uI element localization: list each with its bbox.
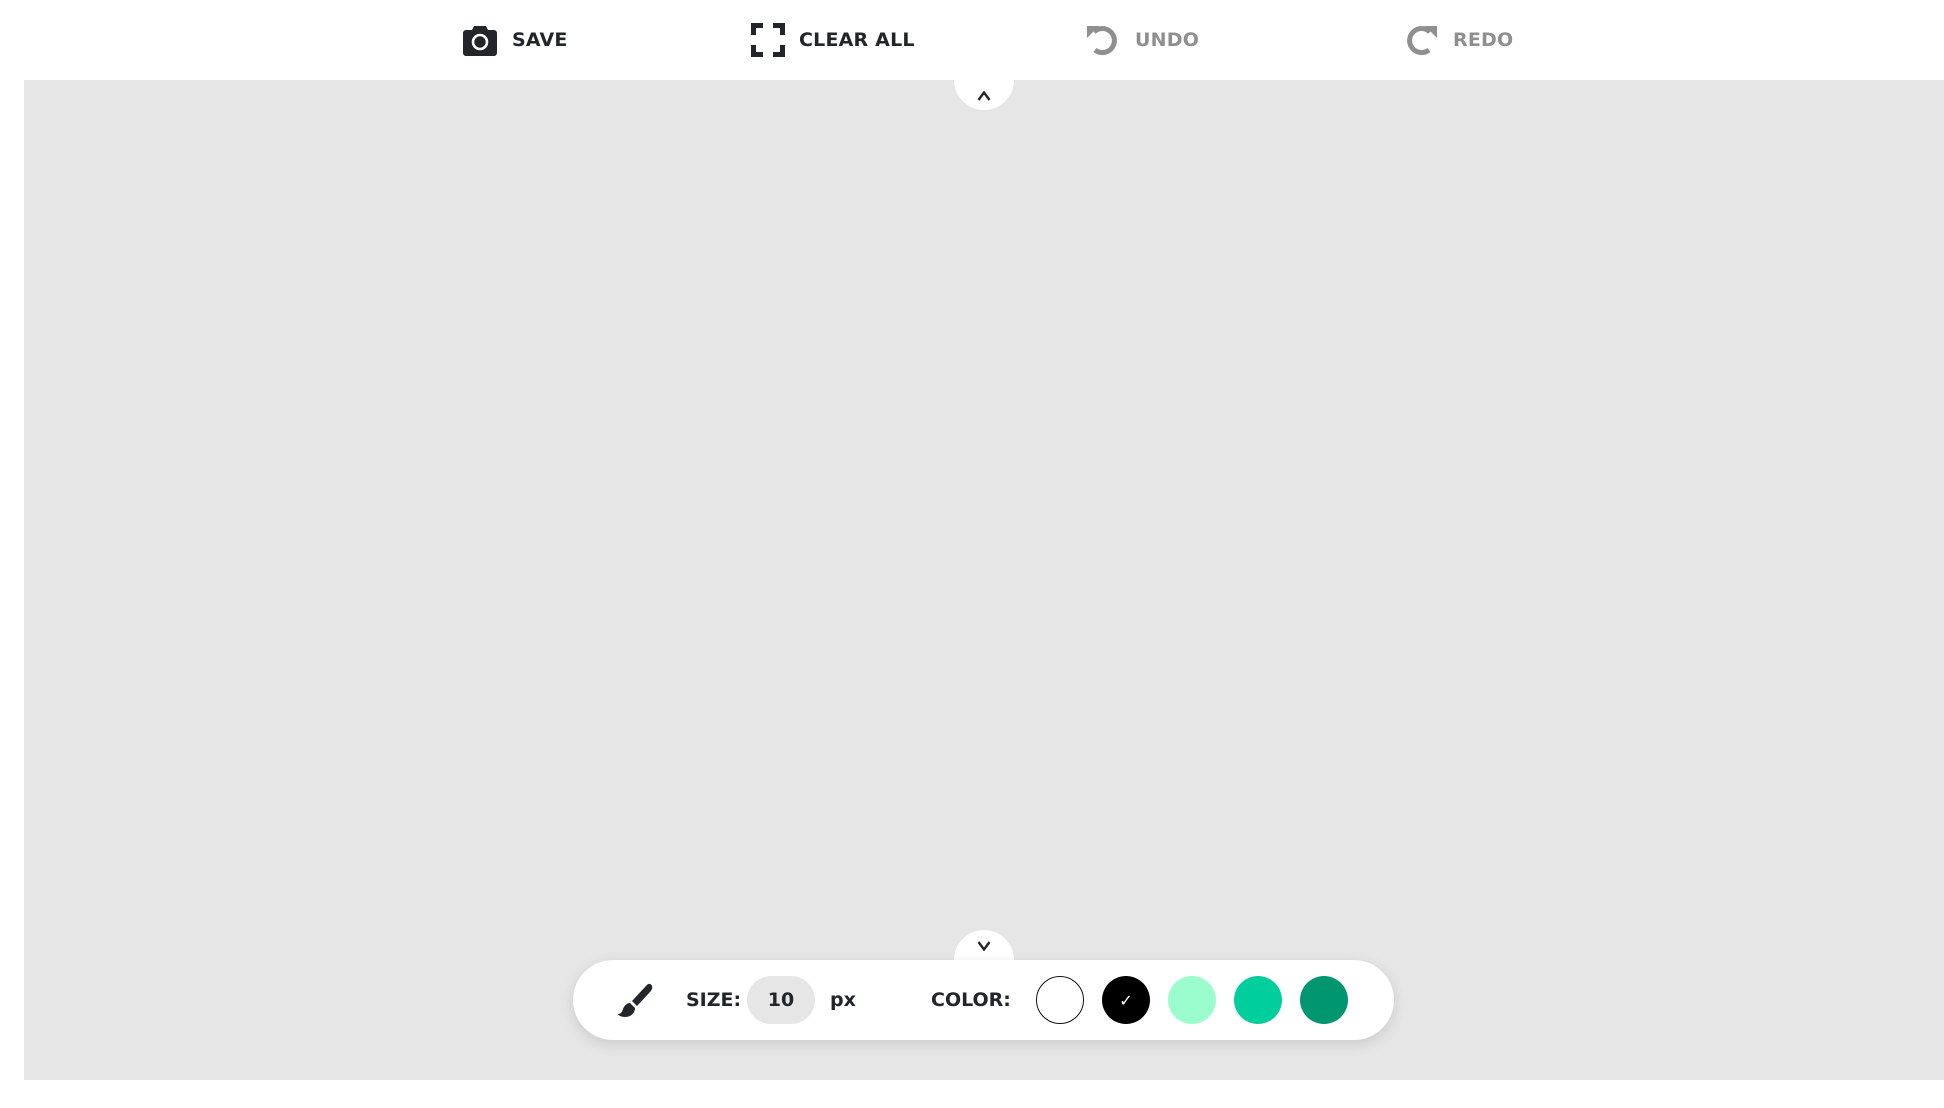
color-swatch-mint[interactable] [1168,976,1216,1024]
chevron-up-icon [977,86,991,105]
paintbrush-icon[interactable] [617,982,655,1024]
redo-button[interactable]: REDO [1403,20,1513,60]
checkmark-icon: ✓ [1119,990,1133,1010]
clear-all-label: CLEAR ALL [799,29,915,51]
color-swatch-dark-green[interactable] [1300,976,1348,1024]
save-label: SAVE [512,29,568,51]
fullscreen-corners-icon [751,23,785,57]
camera-icon [462,23,498,57]
color-label: COLOR: [931,989,1011,1011]
undo-button[interactable]: UNDO [1085,20,1199,60]
color-swatch-teal[interactable] [1234,976,1282,1024]
brush-size-input[interactable] [747,976,815,1024]
chevron-down-icon [977,936,991,955]
color-swatch-white[interactable] [1036,976,1084,1024]
size-unit-label: px [830,989,856,1011]
undo-icon [1085,22,1121,58]
redo-icon [1403,22,1439,58]
save-button[interactable]: SAVE [462,20,568,60]
size-label: SIZE: [686,989,742,1011]
brush-settings-panel: SIZE: px COLOR: ✓ [573,960,1394,1040]
color-swatch-black[interactable]: ✓ [1102,976,1150,1024]
redo-label: REDO [1453,29,1514,51]
undo-label: UNDO [1135,29,1200,51]
clear-all-button[interactable]: CLEAR ALL [751,20,915,60]
